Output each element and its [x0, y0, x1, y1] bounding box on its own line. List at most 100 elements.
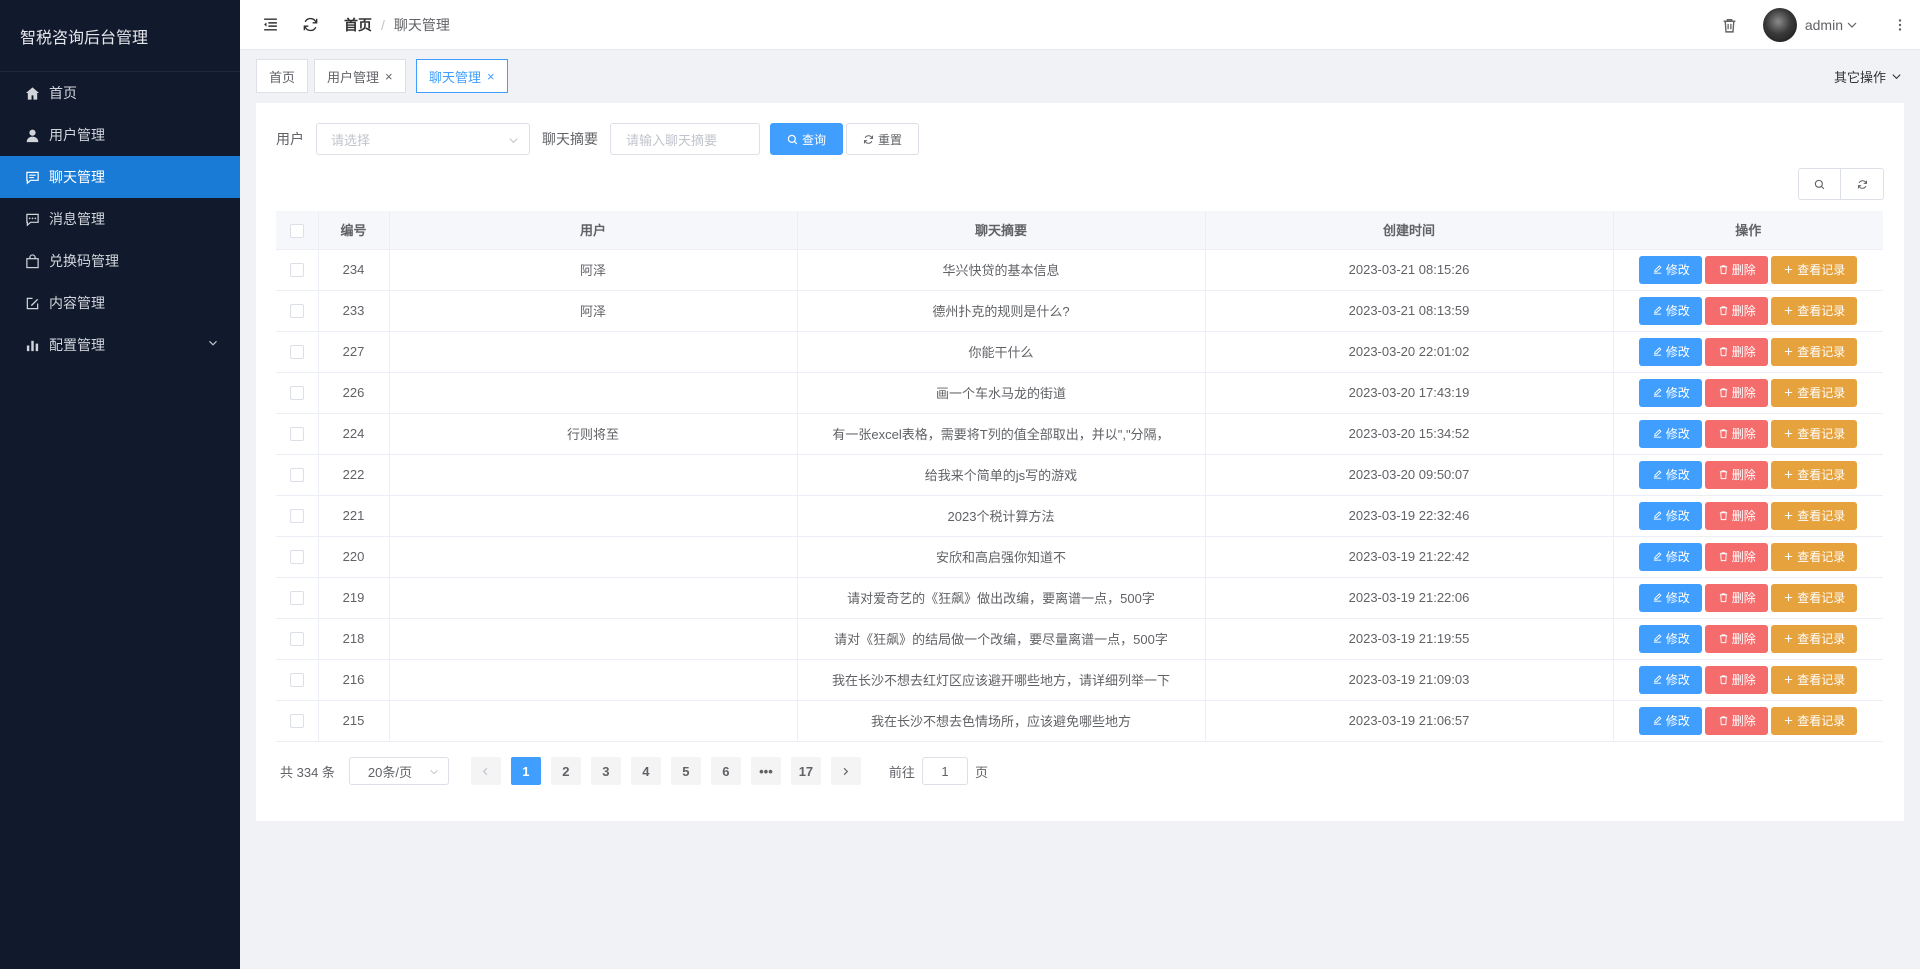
- sidebar-item-home[interactable]: 首页: [0, 72, 240, 114]
- sidebar-item-chats[interactable]: 聊天管理: [0, 156, 240, 198]
- cell-actions: 修改 删除 查看记录: [1613, 700, 1883, 742]
- close-icon[interactable]: ×: [385, 69, 393, 84]
- edit-button[interactable]: 修改: [1639, 255, 1703, 284]
- view-records-label: 查看记录: [1797, 673, 1846, 687]
- row-checkbox[interactable]: [289, 673, 304, 688]
- toggle-search-button[interactable]: [1798, 168, 1841, 200]
- view-records-button[interactable]: 查看记录: [1771, 255, 1858, 284]
- view-records-button[interactable]: 查看记录: [1771, 583, 1858, 612]
- page-number-button[interactable]: 1: [510, 757, 541, 785]
- edit-button[interactable]: 修改: [1639, 419, 1703, 448]
- delete-button[interactable]: 删除: [1705, 624, 1769, 653]
- tab-chats[interactable]: 聊天管理 ×: [416, 59, 508, 93]
- row-checkbox[interactable]: [289, 386, 304, 401]
- row-checkbox[interactable]: [289, 304, 304, 319]
- user-menu[interactable]: admin: [1805, 17, 1858, 33]
- view-records-button[interactable]: 查看记录: [1771, 378, 1858, 407]
- row-checkbox[interactable]: [289, 550, 304, 565]
- delete-button[interactable]: 删除: [1705, 665, 1769, 694]
- view-records-button[interactable]: 查看记录: [1771, 624, 1858, 653]
- row-checkbox[interactable]: [289, 468, 304, 483]
- edit-button[interactable]: 修改: [1639, 706, 1703, 735]
- edit-button[interactable]: 修改: [1639, 501, 1703, 530]
- edit-button[interactable]: 修改: [1639, 583, 1703, 612]
- delete-button[interactable]: 删除: [1705, 419, 1769, 448]
- delete-button[interactable]: 删除: [1705, 378, 1769, 407]
- row-checkbox[interactable]: [289, 263, 304, 278]
- page-number-button[interactable]: 4: [630, 757, 661, 785]
- row-select-cell: [276, 700, 319, 742]
- row-checkbox[interactable]: [289, 509, 304, 524]
- edit-button[interactable]: 修改: [1639, 378, 1703, 407]
- edit-button[interactable]: 修改: [1639, 624, 1703, 653]
- delete-button[interactable]: 删除: [1705, 460, 1769, 489]
- tab-users[interactable]: 用户管理 ×: [314, 59, 406, 93]
- next-page-button[interactable]: [830, 757, 861, 785]
- search-button[interactable]: 查询: [770, 123, 843, 155]
- page-number-button[interactable]: 6: [710, 757, 741, 785]
- clear-cache-button[interactable]: [1715, 10, 1745, 40]
- select-all-checkbox[interactable]: [289, 223, 304, 238]
- page-number-button[interactable]: 5: [670, 757, 701, 785]
- prev-page-button[interactable]: [470, 757, 501, 785]
- delete-button[interactable]: 删除: [1705, 337, 1769, 366]
- delete-button[interactable]: 删除: [1705, 542, 1769, 571]
- reset-button[interactable]: 重置: [846, 123, 919, 155]
- view-records-button[interactable]: 查看记录: [1771, 542, 1858, 571]
- summary-input[interactable]: 请输入聊天摘要: [610, 123, 760, 155]
- edit-button[interactable]: 修改: [1639, 296, 1703, 325]
- delete-button[interactable]: 删除: [1705, 706, 1769, 735]
- sidebar-item-users[interactable]: 用户管理: [0, 114, 240, 156]
- page-number-button[interactable]: 17: [790, 757, 821, 785]
- cell-user: [389, 659, 798, 701]
- edit-button[interactable]: 修改: [1639, 665, 1703, 694]
- goto-suffix: 页: [974, 764, 988, 780]
- other-operations-dropdown[interactable]: 其它操作: [1834, 67, 1902, 86]
- user-select[interactable]: 请选择: [316, 123, 530, 155]
- edit-icon: [1653, 634, 1662, 643]
- sidebar-item-messages[interactable]: 消息管理: [0, 198, 240, 240]
- row-checkbox[interactable]: [289, 345, 304, 360]
- view-records-button[interactable]: 查看记录: [1771, 337, 1858, 366]
- close-icon[interactable]: ×: [487, 69, 495, 84]
- sidebar-item-config[interactable]: 配置管理: [0, 324, 240, 366]
- page-number-button[interactable]: •••: [750, 757, 781, 785]
- edit-button[interactable]: 修改: [1639, 542, 1703, 571]
- view-records-button[interactable]: 查看记录: [1771, 419, 1858, 448]
- page-number-button[interactable]: 2: [550, 757, 581, 785]
- avatar[interactable]: [1762, 8, 1797, 42]
- trash-icon: [1719, 347, 1727, 357]
- tab-home[interactable]: 首页: [256, 59, 309, 93]
- view-records-button[interactable]: 查看记录: [1771, 665, 1858, 694]
- edit-button[interactable]: 修改: [1639, 460, 1703, 489]
- page-size-select[interactable]: 20条/页: [348, 757, 449, 785]
- delete-button[interactable]: 删除: [1705, 501, 1769, 530]
- sidebar-item-codes[interactable]: 兑换码管理: [0, 240, 240, 282]
- row-checkbox[interactable]: [289, 591, 304, 606]
- sidebar-item-content[interactable]: 内容管理: [0, 282, 240, 324]
- delete-button[interactable]: 删除: [1705, 583, 1769, 612]
- view-records-button[interactable]: 查看记录: [1771, 460, 1858, 489]
- view-records-button[interactable]: 查看记录: [1771, 296, 1858, 325]
- view-records-button[interactable]: 查看记录: [1771, 501, 1858, 530]
- edit-button-label: 修改: [1665, 632, 1690, 646]
- row-checkbox[interactable]: [289, 632, 304, 647]
- edit-button[interactable]: 修改: [1639, 337, 1703, 366]
- refresh-button[interactable]: [290, 0, 330, 50]
- cell-id: 215: [318, 700, 390, 742]
- table-row: 227 你能干什么 2023-03-20 22:01:02 修改 删除 查看记录: [276, 331, 1883, 373]
- goto-page-input[interactable]: 1: [921, 757, 968, 785]
- delete-button[interactable]: 删除: [1705, 255, 1769, 284]
- row-select-cell: [276, 536, 319, 578]
- refresh-table-button[interactable]: [1841, 168, 1884, 200]
- view-records-button[interactable]: 查看记录: [1771, 706, 1858, 735]
- more-options-button[interactable]: [1880, 17, 1920, 33]
- collapse-menu-button[interactable]: [250, 0, 290, 50]
- row-checkbox[interactable]: [289, 714, 304, 729]
- page-number-button[interactable]: 3: [590, 757, 621, 785]
- breadcrumb-home[interactable]: 首页: [344, 15, 372, 35]
- row-checkbox[interactable]: [289, 427, 304, 442]
- table-row: 220 安欣和高启强你知道不 2023-03-19 21:22:42 修改 删除 查看记录: [276, 536, 1883, 578]
- delete-button[interactable]: 删除: [1705, 296, 1769, 325]
- edit-button-label: 修改: [1665, 714, 1690, 728]
